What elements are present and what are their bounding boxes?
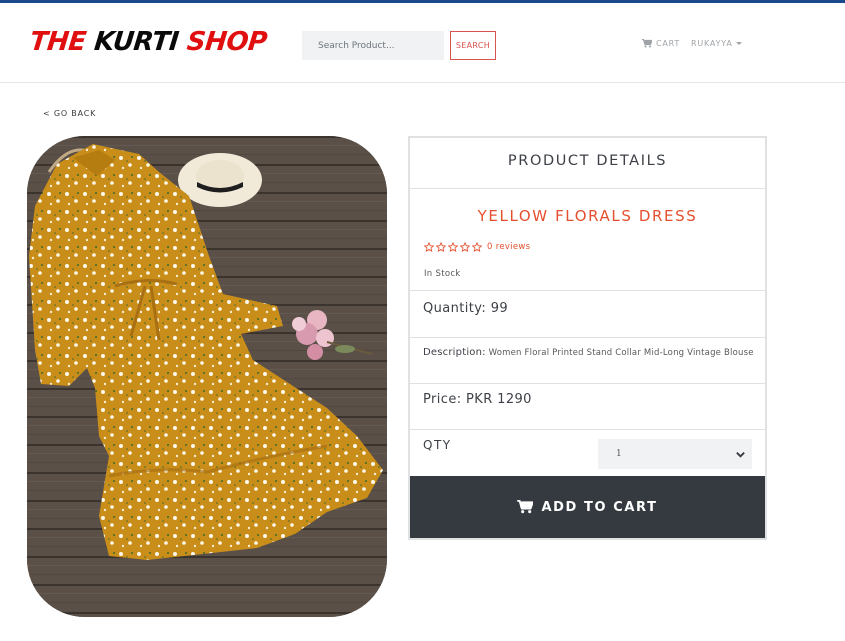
price-row: Price: PKR 1290 <box>410 384 765 430</box>
product-summary: YELLOW FLORALS DRESS 0 reviews In Stock <box>410 189 765 291</box>
brand-logo[interactable]: THE KURTI SHOP <box>28 27 268 57</box>
star-empty-icon <box>448 242 458 252</box>
logo-word-the: THE <box>28 27 96 57</box>
description-row: Description: Women Floral Printed Stand … <box>410 338 765 384</box>
product-image <box>27 136 387 617</box>
description-text: Description: Women Floral Printed Stand … <box>423 346 758 360</box>
dress-illustration <box>27 136 387 617</box>
user-dropdown[interactable]: RUKAYYA <box>691 39 742 48</box>
cart-icon <box>517 500 534 514</box>
cart-icon <box>642 39 652 48</box>
description-value: Women Floral Printed Stand Collar Mid-Lo… <box>488 348 754 358</box>
qty-label: QTY <box>423 438 452 452</box>
stock-status: In Stock <box>424 269 461 279</box>
qty-select-row: QTY 1 <box>410 430 765 476</box>
cart-link[interactable]: CART <box>642 39 680 48</box>
price-text: Price: PKR 1290 <box>423 392 532 407</box>
star-empty-icon <box>436 242 446 252</box>
caret-down-icon <box>735 42 742 45</box>
qty-selected-value: 1 <box>616 449 622 459</box>
add-to-cart-label: ADD TO CART <box>541 499 658 515</box>
go-back-link[interactable]: < GO BACK <box>43 109 96 118</box>
cart-label: CART <box>656 39 681 48</box>
star-empty-icon <box>460 242 470 252</box>
star-empty-icon <box>472 242 482 252</box>
star-empty-icon <box>424 242 434 252</box>
description-label: Description: <box>423 347 486 358</box>
add-to-cart-button[interactable]: ADD TO CART <box>410 476 765 538</box>
search-input[interactable] <box>302 31 444 60</box>
product-details-panel: PRODUCT DETAILS YELLOW FLORALS DRESS 0 r… <box>408 136 767 540</box>
reviews-count[interactable]: 0 reviews <box>487 242 530 252</box>
quantity-available: Quantity: 99 <box>423 301 509 316</box>
top-navbar: THE KURTI SHOP SEARCH CART RUKAYYA <box>0 0 845 83</box>
product-name: YELLOW FLORALS DRESS <box>477 207 698 225</box>
logo-word-kurti: KURTI <box>92 27 180 57</box>
user-name: RUKAYYA <box>691 39 733 48</box>
chevron-down-icon <box>736 452 745 458</box>
qty-select[interactable]: 1 <box>598 439 752 469</box>
star-rating: 0 reviews <box>424 242 530 252</box>
quantity-row: Quantity: 99 <box>410 291 765 338</box>
logo-word-shop: SHOP <box>176 27 269 57</box>
panel-title: PRODUCT DETAILS <box>410 138 765 189</box>
search-button[interactable]: SEARCH <box>450 31 496 60</box>
